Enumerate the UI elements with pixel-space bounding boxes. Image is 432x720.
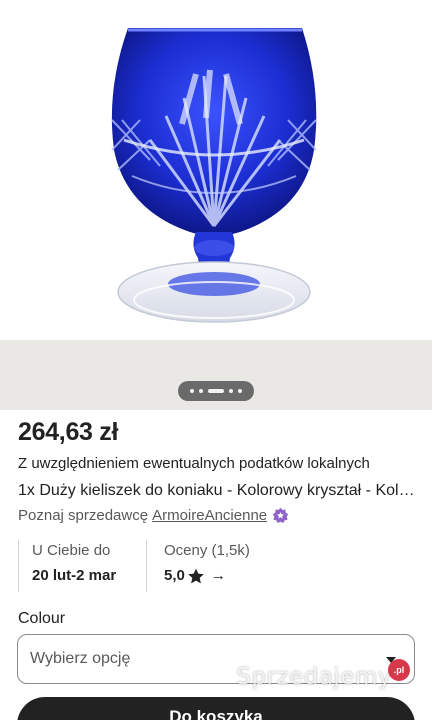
pagination-dot[interactable] — [229, 389, 233, 393]
seller-prefix: Poznaj sprzedawcę — [18, 507, 149, 524]
watermark-text: Sprzedajemy — [236, 664, 392, 690]
delivery-info: U Ciebie do 20 lut-2 mar — [18, 540, 146, 592]
watermark: Sprzedajemy .pl — [236, 659, 410, 690]
arrow-right-icon: → — [210, 567, 226, 584]
add-to-cart-button[interactable]: Do koszyka — [17, 697, 415, 720]
price: 264,63 zł — [18, 418, 119, 446]
pagination-dot[interactable] — [199, 389, 203, 393]
watermark-badge: .pl — [388, 659, 410, 681]
product-photo — [111, 28, 317, 323]
gallery-pagination[interactable] — [178, 381, 254, 401]
pagination-dot[interactable] — [238, 389, 242, 393]
product-image-gallery[interactable] — [0, 0, 432, 340]
colour-label: Colour — [18, 610, 66, 627]
delivery-dates: 20 lut-2 mar — [32, 567, 117, 584]
delivery-label: U Ciebie do — [32, 542, 111, 559]
pagination-dot-active[interactable] — [208, 389, 224, 393]
reviews-label: Oceny (1,5k) — [164, 542, 250, 559]
pagination-dot[interactable] — [190, 389, 194, 393]
reviews-info[interactable]: Oceny (1,5k) 5,0 → — [146, 540, 346, 592]
seller-row: Poznaj sprzedawcę ArmoireAncienne — [18, 507, 289, 524]
add-to-cart-label: Do koszyka — [169, 707, 263, 720]
tax-note: Z uwzględnieniem ewentualnych podatków l… — [18, 455, 370, 472]
star-icon — [188, 568, 204, 583]
star-seller-icon — [272, 507, 289, 524]
delivery-reviews-row: U Ciebie do 20 lut-2 mar Oceny (1,5k) 5,… — [18, 540, 416, 592]
rating[interactable]: 5,0 → — [164, 566, 346, 586]
listing-title: 1x Duży kieliszek do koniaku - Kolorowy … — [18, 482, 416, 499]
rating-score: 5,0 — [164, 567, 185, 584]
colour-select-value: Wybierz opcję — [30, 650, 131, 667]
seller-link[interactable]: ArmoireAncienne — [152, 507, 267, 524]
